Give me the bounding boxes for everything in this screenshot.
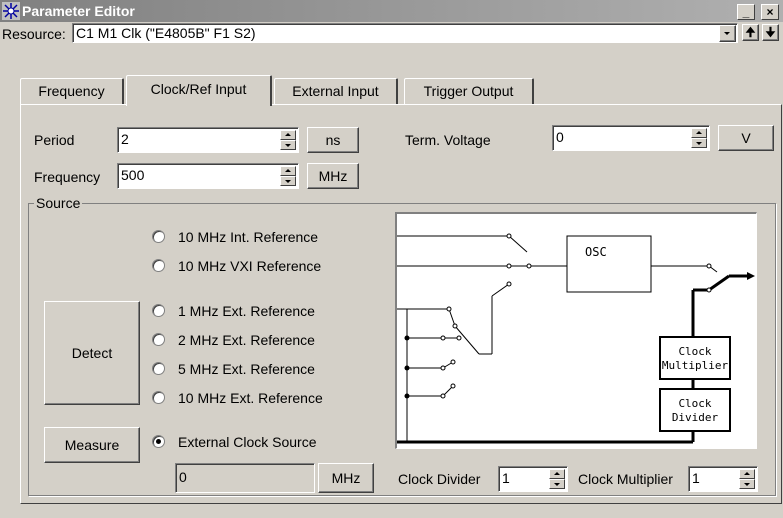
measure-button[interactable]: Measure — [44, 427, 140, 463]
clock-routing-schematic: OSC Clock Multiplier Clock Divider — [397, 233, 755, 444]
app-icon — [2, 2, 20, 20]
period-label: Period — [34, 132, 75, 148]
frequency-input[interactable]: 500 — [117, 163, 299, 189]
minimize-button[interactable]: _ — [737, 4, 755, 20]
term-voltage-input[interactable]: 0 — [552, 125, 710, 151]
measured-frequency-field: 0 — [175, 463, 315, 493]
detect-button[interactable]: Detect — [44, 301, 140, 405]
measured-unit-button[interactable]: MHz — [318, 463, 374, 493]
radio-button-selected[interactable] — [152, 435, 165, 448]
window-title: Parameter Editor — [22, 3, 135, 19]
resource-dropdown-button[interactable] — [719, 25, 736, 42]
radio-button[interactable] — [152, 304, 165, 317]
frequency-unit-button[interactable]: MHz — [307, 163, 359, 189]
clock-multiplier-label: Clock Multiplier — [578, 471, 673, 487]
close-icon: × — [766, 5, 774, 19]
resource-down-button[interactable]: 🠋 — [762, 24, 779, 41]
radio-button[interactable] — [152, 362, 165, 375]
tab-frequency[interactable]: Frequency — [20, 78, 124, 104]
osc-label: OSC — [585, 245, 607, 259]
tab-trigger-output[interactable]: Trigger Output — [404, 78, 534, 104]
term-voltage-unit-button[interactable]: V — [718, 125, 774, 151]
divider-label-1: Clock — [678, 397, 711, 410]
term-voltage-label: Term. Voltage — [405, 132, 491, 148]
arrow-up-icon: 🠉 — [745, 25, 756, 39]
minimize-icon: _ — [742, 5, 750, 19]
resource-combobox[interactable]: C1 M1 Clk ("E4805B" F1 S2) — [72, 23, 738, 43]
resource-value: C1 M1 Clk ("E4805B" F1 S2) — [76, 25, 256, 41]
frequency-label: Frequency — [34, 169, 101, 185]
divider-label-2: Divider — [672, 411, 719, 424]
clock-divider-label: Clock Divider — [398, 471, 481, 487]
source-group-label: Source — [34, 195, 83, 211]
radio-button[interactable] — [152, 259, 165, 272]
arrow-down-icon: 🠋 — [765, 25, 776, 39]
period-unit-button[interactable]: ns — [307, 127, 359, 153]
radio-button[interactable] — [152, 391, 165, 404]
clock-multiplier-input[interactable]: 1 — [688, 466, 758, 492]
multiplier-label-2: Multiplier — [662, 359, 729, 372]
tab-external-input[interactable]: External Input — [274, 78, 398, 104]
resource-up-button[interactable]: 🠉 — [742, 24, 759, 41]
radio-button[interactable] — [152, 333, 165, 346]
multiplier-label-1: Clock — [678, 345, 711, 358]
radio-button[interactable] — [152, 230, 165, 243]
clock-divider-input[interactable]: 1 — [498, 466, 568, 492]
title-bar[interactable]: Parameter Editor _ × — [0, 0, 783, 22]
close-button[interactable]: × — [761, 4, 779, 20]
tab-clock-ref-input[interactable]: Clock/Ref Input — [126, 75, 272, 106]
resource-label: Resource: — [2, 26, 66, 42]
clock-routing-diagram: OSC Clock Multiplier Clock Divider — [395, 212, 757, 449]
period-input[interactable]: 2 — [117, 127, 299, 153]
